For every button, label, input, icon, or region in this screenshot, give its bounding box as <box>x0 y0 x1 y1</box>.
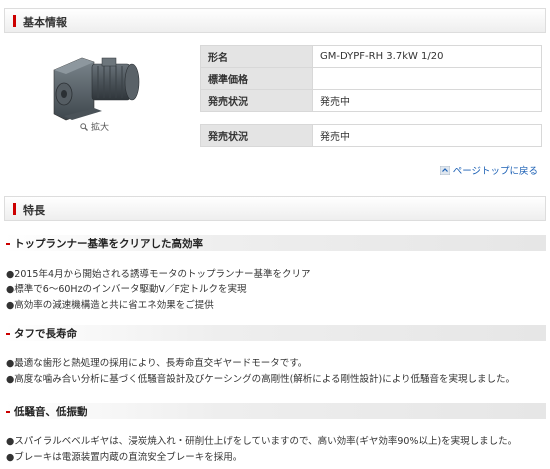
feature-heading-title: タフで長寿命 <box>14 328 77 340</box>
header-accent-bar <box>13 203 16 215</box>
page-top-label: ページトップに戻る <box>452 166 538 177</box>
features-title: 特長 <box>23 204 45 217</box>
row-label-status-2: 発売状況 <box>200 124 313 147</box>
magnifier-icon <box>80 122 88 131</box>
zoom-label: 拡大 <box>91 123 110 133</box>
table-row: 標準価格 <box>200 67 542 90</box>
list-item: ●スパイラルベベルギヤは、浸炭焼入れ・研削仕上げをしていますので、高い効率(ギヤ… <box>6 436 518 447</box>
status-table: 発売状況 発売中 <box>200 124 542 147</box>
table-row: 形名 GM-DYPF-RH 3.7kW 1/20 <box>200 45 542 68</box>
row-value-status-2: 発売中 <box>312 124 542 147</box>
basic-info-header: 基本情報 <box>4 8 546 33</box>
page-top-link[interactable]: ページトップに戻る <box>439 163 538 177</box>
row-label-price: 標準価格 <box>200 67 313 90</box>
feature-heading: 低騒音、低振動 <box>4 403 546 419</box>
page-top-arrow-icon <box>439 165 450 175</box>
row-value-status: 発売中 <box>312 89 542 112</box>
feature-heading: タフで長寿命 <box>4 325 546 341</box>
zoom-link[interactable]: 拡大 <box>80 120 109 133</box>
header-accent-bar <box>13 15 16 27</box>
feature-heading-mark <box>6 333 10 335</box>
features-header: 特長 <box>4 196 546 221</box>
row-label-status: 発売状況 <box>200 89 313 112</box>
table-row: 発売状況 発売中 <box>200 89 542 112</box>
feature-heading-title: 低騒音、低振動 <box>14 406 88 418</box>
basic-info-title: 基本情報 <box>23 16 67 29</box>
list-item: ●ブレーキは電源装置内蔵の直流安全ブレーキを採用。 <box>6 452 243 463</box>
row-value-price <box>312 67 542 90</box>
list-item: ●高度な噛み合い分析に基づく低騒音設計及びケーシングの高剛性(解析による剛性設計… <box>6 374 516 385</box>
list-item: ●2015年4月から開始される誘導モータのトップランナー基準をクリア <box>6 269 311 280</box>
list-item: ●標準で6～60Hzのインバータ駆動V／F定トルクを実現 <box>6 284 247 295</box>
product-image[interactable] <box>42 48 152 124</box>
table-row: 発売状況 発売中 <box>200 124 542 147</box>
feature-heading-title: トップランナー基準をクリアした高効率 <box>14 238 203 250</box>
basic-info-table: 形名 GM-DYPF-RH 3.7kW 1/20 標準価格 発売状況 発売中 <box>200 45 542 112</box>
list-item: ●最適な歯形と熱処理の採用により、長寿命直交ギヤードモータです。 <box>6 358 308 369</box>
feature-heading-mark <box>6 411 10 413</box>
feature-heading-mark <box>6 243 10 245</box>
list-item: ●高効率の減速機構造と共に省エネ効果をご提供 <box>6 300 214 311</box>
feature-heading: トップランナー基準をクリアした高効率 <box>4 235 546 251</box>
row-label-model: 形名 <box>200 45 313 68</box>
row-value-model: GM-DYPF-RH 3.7kW 1/20 <box>312 45 542 68</box>
